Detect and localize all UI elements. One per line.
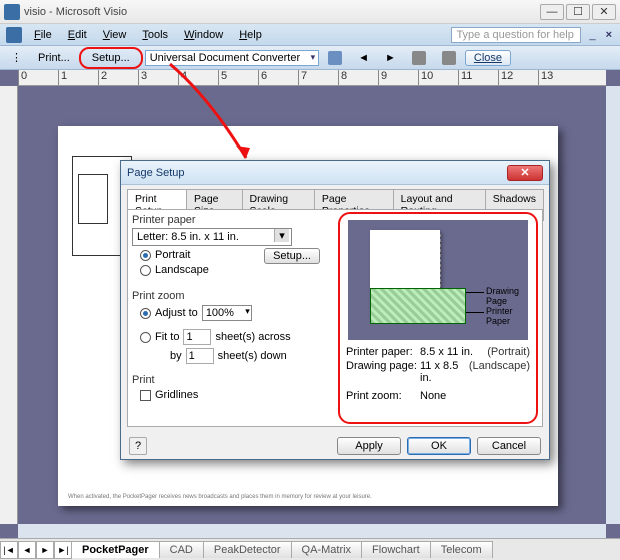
landscape-label: Landscape [155,264,209,276]
by-label: by [170,350,182,362]
print-zoom-label: Print zoom [132,290,322,302]
print-group-label: Print [132,374,322,386]
apply-button[interactable]: Apply [337,437,401,455]
adjust-to-value[interactable]: 100% [202,305,252,321]
dialog-body: Printer paper Letter: 8.5 in. x 11 in. P… [127,209,543,427]
toolbar-zoom-icon[interactable] [405,49,433,67]
page-tab-telecom[interactable]: Telecom [430,541,493,558]
ok-button[interactable]: OK [407,437,471,455]
info-printer-paper: Printer paper: 8.5 x 11 in. (Portrait) [346,346,530,358]
toolbar: ⋮ Print... Setup... Universal Document C… [0,46,620,70]
toolbar-save-icon[interactable] [321,49,349,67]
menu-close-doc[interactable]: × [600,29,618,41]
dialog-titlebar[interactable]: Page Setup ✕ [121,161,549,185]
sheets-across-label: sheet(s) across [215,331,290,343]
menu-window[interactable]: Window [176,27,231,43]
page-tab-qamatrix[interactable]: QA-Matrix [291,541,363,558]
window-maximize-button[interactable]: ☐ [566,4,590,20]
page-tab-cad[interactable]: CAD [159,541,204,558]
portrait-label: Portrait [155,249,190,261]
page-tab-flowchart[interactable]: Flowchart [361,541,431,558]
sheets-down-label: sheet(s) down [218,350,287,362]
preview-panel-highlight: Drawing Page Printer Paper Printer paper… [338,212,538,424]
printer-dropdown[interactable]: Universal Document Converter [145,50,319,66]
close-preview-button[interactable]: Close [465,50,511,66]
dialog-footer: ? Apply OK Cancel [129,437,541,455]
tab-nav-next[interactable]: ► [36,541,54,559]
window-close-button[interactable]: ✕ [592,4,616,20]
landscape-radio[interactable] [140,265,151,276]
setup-button[interactable]: Setup... [85,49,137,67]
toolbar-grip: ⋮ [4,49,29,67]
app-icon [4,4,20,20]
printer-setup-button[interactable]: Setup... [264,248,320,264]
leader-line-2 [466,312,484,313]
cancel-button[interactable]: Cancel [477,437,541,455]
help-icon[interactable]: ? [129,437,147,455]
window-title: visio - Microsoft Visio [24,6,540,18]
menu-bar: File Edit View Tools Window Help Type a … [0,24,620,46]
toolbar-next-icon[interactable]: ► [378,49,403,67]
menu-help[interactable]: Help [231,27,270,43]
page-setup-dialog: Page Setup ✕ Print Setup Page Size Drawi… [120,160,550,460]
leader-line [466,292,484,293]
dialog-left-column: Printer paper Letter: 8.5 in. x 11 in. P… [132,212,322,404]
tab-nav-first[interactable]: |◄ [0,541,18,559]
info-drawing-page: Drawing page: 11 x 8.5 in. (Landscape) [346,360,530,384]
tab-nav-last[interactable]: ►| [54,541,72,559]
help-search-input[interactable]: Type a question for help [451,27,581,43]
info-print-zoom: Print zoom: None [346,390,530,402]
portrait-radio[interactable] [140,250,151,261]
dialog-title: Page Setup [127,167,507,179]
print-button[interactable]: Print... [31,49,77,67]
visio-icon [6,27,22,43]
page-shape-inner [78,174,108,224]
toolbar-prev-icon[interactable]: ◄ [351,49,376,67]
gridlines-label: Gridlines [155,389,198,401]
toolbar-zoom2-icon[interactable] [435,49,463,67]
menu-minimize-doc[interactable]: _ [585,29,599,41]
adjust-to-radio[interactable] [140,308,151,319]
paper-size-combo[interactable]: Letter: 8.5 in. x 11 in. [132,228,292,246]
horizontal-ruler: 012345678910111213 [18,70,606,86]
setup-button-highlight: Setup... [79,47,143,69]
adjust-to-label: Adjust to [155,307,198,319]
menu-view[interactable]: View [95,27,135,43]
menu-file[interactable]: File [26,27,60,43]
page-tab-peakdetector[interactable]: PeakDetector [203,541,292,558]
fit-to-label: Fit to [155,331,179,343]
sheets-down-input[interactable]: 1 [186,348,214,364]
window-minimize-button[interactable]: — [540,4,564,20]
fit-to-radio[interactable] [140,332,151,343]
dialog-close-button[interactable]: ✕ [507,165,543,181]
menu-edit[interactable]: Edit [60,27,95,43]
menu-tools[interactable]: Tools [134,27,176,43]
preview-drawing-page-label: Drawing Page [486,286,528,306]
printer-paper-label: Printer paper [132,214,322,226]
vertical-ruler [0,86,18,524]
sheets-across-input[interactable]: 1 [183,329,211,345]
tab-nav-prev[interactable]: ◄ [18,541,36,559]
preview-printer-paper-label: Printer Paper [486,306,528,326]
horizontal-scrollbar[interactable] [18,524,606,538]
preview-drawing-page [370,288,466,324]
gridlines-checkbox[interactable] [140,390,151,401]
preview-canvas: Drawing Page Printer Paper [348,220,528,340]
page-tabs-bar: |◄ ◄ ► ►| PocketPager CAD PeakDetector Q… [0,538,620,560]
page-footer-text: When activated, the PocketPager receives… [68,494,548,500]
page-tab-pocketpager[interactable]: PocketPager [71,541,160,558]
vertical-scrollbar[interactable] [606,86,620,524]
window-titlebar: visio - Microsoft Visio — ☐ ✕ [0,0,620,24]
